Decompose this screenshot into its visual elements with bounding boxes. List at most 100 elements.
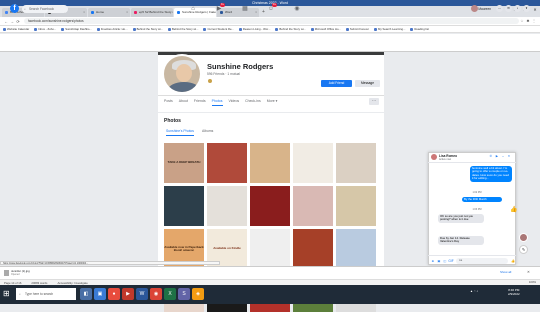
bookmark-item[interactable]: Microsoft Office Ho... [310, 27, 341, 31]
bookmark-item[interactable]: Inbox - Zoho... [34, 27, 56, 31]
menu-icon[interactable]: ⋮ [531, 19, 537, 24]
menu-grid-icon[interactable]: ⋯ [496, 5, 503, 12]
gif-icon[interactable]: GIF [448, 259, 454, 263]
photos-subtab[interactable]: Sunshine's Photos [166, 129, 194, 136]
photo-thumbnail[interactable] [207, 143, 247, 183]
close-downloads-icon[interactable]: ✕ [527, 270, 530, 274]
network-icon[interactable]: ▲ ◔ ♪ [470, 289, 478, 293]
windows-start-icon[interactable]: ⊞ [3, 289, 10, 299]
bookmark-favicon-icon [373, 27, 377, 31]
photos-subtab[interactable]: Albums [202, 129, 213, 136]
photo-thumbnail[interactable] [164, 186, 204, 226]
message-button[interactable]: Message [355, 80, 380, 87]
profile-tab[interactable]: More ▾ [267, 99, 278, 106]
photo-caption: Available now in Paperback Book! amazon [164, 244, 204, 252]
word-accessibility[interactable]: Accessibility: Investigate [57, 281, 87, 285]
profile-tab[interactable]: Videos [229, 99, 240, 106]
watch-icon[interactable]: ▶ 9+ [206, 2, 232, 16]
tab-close-icon[interactable]: × [169, 8, 171, 17]
bookmark-item[interactable]: Sunshinlap Dashbo... [61, 27, 92, 31]
word-page-count[interactable]: Page 14 of 16 [4, 281, 21, 285]
photo-thumbnail[interactable] [207, 186, 247, 226]
mutual-avatar[interactable] [207, 78, 213, 84]
taskbar-app-icon[interactable]: ▶ [122, 288, 134, 300]
bookmark-item[interactable]: Submit Forever [345, 27, 369, 31]
chat-head-avatar[interactable] [519, 233, 528, 242]
word-word-count[interactable]: 20683 words [31, 281, 47, 285]
bookmark-item[interactable]: Behind the Story wi... [132, 27, 163, 31]
tab-close-icon[interactable]: × [83, 8, 85, 17]
mutual-friends[interactable] [207, 78, 213, 84]
photo-thumbnail[interactable] [336, 143, 376, 183]
send-thumb-icon[interactable]: 👍 [510, 259, 516, 263]
user-name[interactable]: Maureen [478, 7, 491, 11]
bookmark-label: Reading list [414, 27, 429, 31]
profile-tab[interactable]: Posts [164, 99, 173, 106]
bookmark-item[interactable]: Current Student Re... [203, 27, 234, 31]
profile-tab[interactable]: Friends [194, 99, 206, 106]
taskbar-app-icon[interactable]: ◈ [192, 288, 204, 300]
tab-close-icon[interactable]: × [126, 8, 128, 17]
home-icon[interactable]: ⌂ [180, 2, 206, 16]
bookmark-favicon-icon [345, 27, 349, 31]
profile-tab[interactable]: About [179, 99, 188, 106]
friend-count[interactable]: 596 Friends · 1 mutual [207, 72, 240, 76]
show-all-downloads-link[interactable]: Show all [500, 270, 511, 274]
browser-tab[interactable]: ep5 S2 Behind the Story with...× [131, 8, 173, 17]
bookmark-item[interactable]: My Search Learning... [373, 27, 405, 31]
bookmark-item[interactable]: Reason Living - Wor... [238, 27, 270, 31]
photo-thumbnail[interactable]: TAKE A DEEP BREATH [164, 143, 204, 183]
groups-icon[interactable]: ☺ 9+ [258, 2, 284, 16]
close-window-button[interactable]: ✕ [530, 6, 540, 14]
photo-thumbnail[interactable] [250, 143, 290, 183]
facebook-logo-icon[interactable]: f [10, 4, 19, 13]
account-dropdown-icon[interactable]: ▾ [523, 5, 530, 12]
notifications-icon[interactable]: ♪ [514, 5, 521, 12]
thumbs-up-icon: 👍 [510, 207, 518, 213]
chat-input-bar: ⊕ ▣ ◫ GIF Aa 👍 [428, 255, 516, 265]
user-avatar[interactable] [471, 5, 479, 12]
bookmark-item[interactable]: Website Calendar [3, 27, 29, 31]
bookmark-item[interactable]: Behind the Story wi... [275, 27, 306, 31]
photo-thumbnail[interactable] [250, 229, 290, 269]
profile-tab[interactable]: Check-ins [245, 99, 261, 106]
browser-tab[interactable]: Home × [88, 8, 130, 17]
profile-tab[interactable]: Photos [211, 99, 223, 106]
photo-thumbnail[interactable] [293, 229, 333, 269]
download-item[interactable]: Jennifer (1).jpg Opened [4, 268, 64, 277]
add-friend-button[interactable]: Add Friend [321, 80, 352, 87]
facebook-header [0, 34, 540, 52]
reload-icon[interactable]: ⟳ [15, 19, 21, 24]
taskbar-app-icon[interactable]: ▣ [94, 288, 106, 300]
bookmark-item[interactable]: Behind the Story wi... [168, 27, 198, 31]
taskbar-app-icon[interactable]: W [136, 288, 148, 300]
taskbar-app-icon[interactable]: ● [108, 288, 120, 300]
cover-photo[interactable] [158, 52, 384, 55]
taskbar-clock[interactable]: 8:46 PM 2/9/2022 [508, 288, 520, 296]
marketplace-icon[interactable]: ▦ [232, 2, 258, 16]
profile-avatar[interactable] [162, 54, 202, 94]
search-icon: ⌕ [24, 7, 26, 11]
more-options-button[interactable]: ··· [369, 98, 379, 105]
photo-thumbnail[interactable] [250, 186, 290, 226]
photo-thumbnail[interactable] [293, 143, 333, 183]
bookmark-item[interactable]: Freebies Article: Ho... [96, 27, 128, 31]
chat-avatar[interactable] [431, 154, 437, 160]
taskbar-app-icon[interactable]: S [178, 288, 190, 300]
taskbar-app-icon[interactable]: X [164, 288, 176, 300]
chat-message-input[interactable]: Aa [456, 257, 508, 264]
url-input[interactable]: facebook.com/sunshine.rodgers/photos [24, 18, 519, 24]
photo-thumbnail[interactable] [336, 186, 376, 226]
gaming-icon[interactable]: ◉ [284, 2, 310, 16]
taskbar-app-icon[interactable]: ◉ [150, 288, 162, 300]
facebook-search-input[interactable]: ⌕ Search Facebook [22, 5, 68, 13]
chat-message: feminine well a bit about. I'm going to … [470, 166, 512, 182]
taskbar-app-icon[interactable]: ◧ [80, 288, 92, 300]
bookmark-item[interactable]: Reading list [410, 27, 429, 31]
taskbar-search-input[interactable]: ⌕ Type here to search [16, 288, 76, 300]
photo-thumbnail[interactable] [293, 186, 333, 226]
close-chat-icon[interactable]: ✕ [506, 154, 512, 158]
messenger-icon[interactable]: ✉ [505, 5, 512, 12]
new-message-icon[interactable]: ✎ [519, 245, 528, 254]
photo-thumbnail[interactable] [336, 229, 376, 269]
